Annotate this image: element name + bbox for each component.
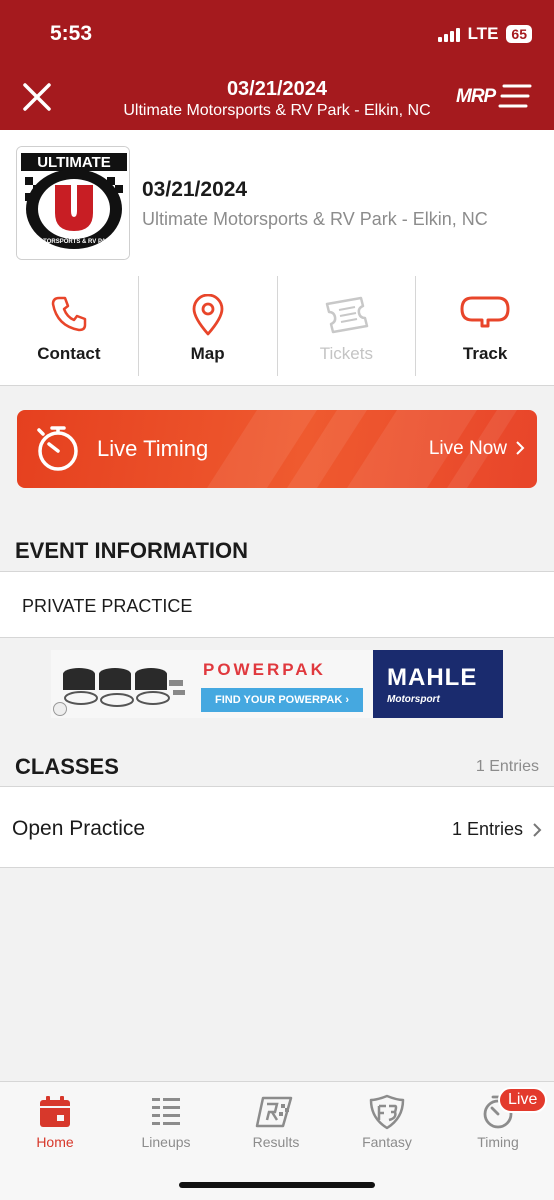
track-label: Track	[462, 344, 508, 363]
contact-button[interactable]: Contact	[0, 276, 138, 376]
logo-title: ULTIMATE	[37, 154, 111, 171]
fantasy-icon	[369, 1094, 405, 1130]
event-information-row: PRIVATE PRACTICE	[0, 571, 554, 638]
home-indicator[interactable]	[179, 1182, 375, 1188]
app-header: 5:53 LTE 65 03/21/2024 Ultimate Motorspo…	[0, 0, 554, 130]
event-date: 03/21/2024	[142, 178, 248, 201]
tab-fantasy-label: Fantasy	[362, 1134, 412, 1150]
tab-timing-label: Timing	[477, 1134, 519, 1150]
network-label: LTE	[467, 24, 499, 43]
ad-sponsor-panel: MAHLE Motorsport	[373, 650, 503, 718]
event-information-title: EVENT INFORMATION	[15, 538, 249, 563]
ad-powerpak-panel: POWERPAK FIND YOUR POWERPAK ›	[51, 650, 373, 718]
track-button[interactable]: Track	[415, 276, 554, 376]
status-time: 5:53	[50, 22, 93, 45]
track-icon	[460, 296, 510, 328]
tab-home[interactable]: Home	[0, 1082, 110, 1162]
map-label: Map	[190, 344, 225, 363]
lineups-icon	[152, 1098, 180, 1125]
brand-logo: MRP	[456, 82, 532, 114]
map-button[interactable]: Map	[137, 276, 277, 376]
phone-icon	[51, 296, 87, 332]
tab-lineups-label: Lineups	[141, 1134, 191, 1150]
classes-total: 1 Entries	[475, 758, 539, 775]
signal-icon	[437, 26, 460, 42]
ad-sponsor-sub: Motorsport	[387, 694, 440, 705]
event-venue: Ultimate Motorsports & RV Park - Elkin, …	[142, 209, 488, 229]
chevron-right-icon	[533, 823, 542, 837]
results-icon	[255, 1096, 293, 1128]
live-now-label: Live Now	[428, 438, 507, 459]
contact-label: Contact	[37, 344, 101, 363]
ad-brand: POWERPAK	[203, 660, 326, 679]
live-badge: Live	[498, 1087, 548, 1113]
live-timing-banner[interactable]: Live Timing Live Now	[17, 410, 537, 488]
live-timing-label: Live Timing	[97, 436, 209, 461]
event-information-text: PRIVATE PRACTICE	[22, 596, 193, 616]
ad-sponsor-name: MAHLE	[387, 664, 478, 691]
battery-icon: 65	[506, 25, 532, 43]
class-entries: 1 Entries	[451, 819, 523, 839]
tab-results-label: Results	[252, 1134, 300, 1150]
tickets-button[interactable]: Tickets	[276, 276, 416, 376]
tab-fantasy[interactable]: Fantasy	[332, 1082, 442, 1162]
class-name: Open Practice	[12, 817, 146, 840]
ticket-icon	[326, 296, 369, 334]
logo-ring-text: MOTORSPORTS & RV PARK	[33, 239, 115, 245]
tab-results[interactable]: Results	[221, 1082, 331, 1162]
tab-home-label: Home	[36, 1134, 74, 1150]
map-pin-icon	[192, 294, 224, 336]
classes-title: CLASSES	[15, 754, 119, 779]
sponsor-ad[interactable]: POWERPAK FIND YOUR POWERPAK › MAHLE Moto…	[51, 650, 503, 718]
chevron-right-icon	[516, 441, 525, 455]
ad-cta-button[interactable]: FIND YOUR POWERPAK ›	[201, 688, 363, 712]
tickets-label: Tickets	[319, 344, 373, 363]
track-logo: ULTIMATE MOTORSPORTS & RV PARK	[16, 146, 130, 260]
event-actions: Contact Map Tickets Track	[0, 276, 554, 376]
status-indicators: LTE 65	[437, 24, 532, 44]
stopwatch-icon	[37, 426, 78, 471]
calendar-icon	[40, 1096, 70, 1127]
ad-info-icon[interactable]	[53, 702, 67, 716]
tab-lineups[interactable]: Lineups	[111, 1082, 221, 1162]
event-card: ULTIMATE MOTORSPORTS & RV PARK 03/21/202…	[0, 130, 554, 386]
class-row[interactable]: Open Practice 1 Entries	[0, 786, 554, 868]
